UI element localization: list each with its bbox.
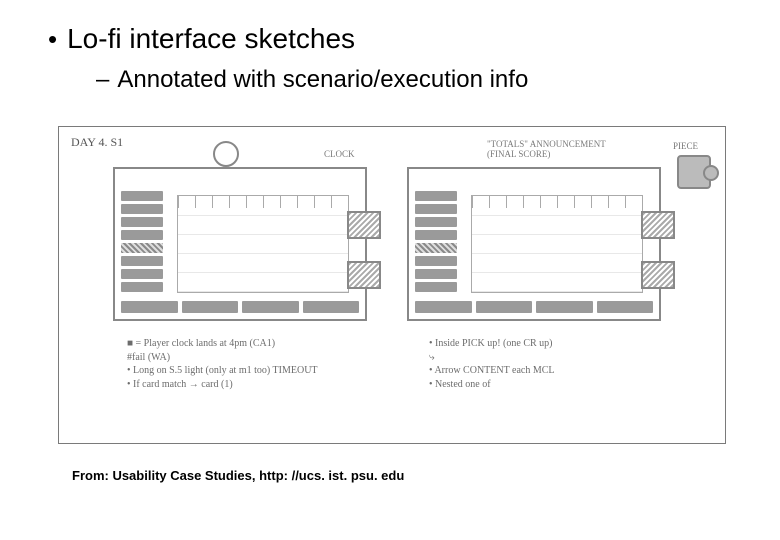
menu-labels-right xyxy=(415,191,457,295)
bullet-item: • Lo-fi interface sketches xyxy=(48,24,355,55)
grid-area-right xyxy=(471,195,643,293)
day-label: DAY 4. S1 xyxy=(71,135,123,150)
sketch-panel-right xyxy=(407,167,661,321)
photo-icon xyxy=(641,261,675,289)
bullet-text: Lo-fi interface sketches xyxy=(67,24,355,55)
sketch-figure: DAY 4. S1 CLOCK "TOTALS" ANNOUNCEMENT (F… xyxy=(58,126,726,444)
sub-bullet-text: Annotated with scenario/execution info xyxy=(117,67,528,93)
sub-bullet-item: – Annotated with scenario/execution info xyxy=(96,66,528,94)
photo-icon xyxy=(347,211,381,239)
annotation-totals: "TOTALS" ANNOUNCEMENT (FINAL SCORE) xyxy=(487,139,606,159)
grid-area-left xyxy=(177,195,349,293)
credit-line: From: Usability Case Studies, http: //uc… xyxy=(72,468,404,483)
dash-icon: – xyxy=(96,66,109,94)
handwritten-notes-right: • Inside PICK up! (one CR up) ⤷ • Arrow … xyxy=(429,337,699,391)
annotation-clock: CLOCK xyxy=(324,149,355,159)
handwritten-notes-left: ■ = Player clock lands at 4pm (CA1) #fai… xyxy=(127,337,407,391)
menu-labels-left xyxy=(121,191,163,295)
bottom-segments xyxy=(415,301,653,313)
slide: • Lo-fi interface sketches – Annotated w… xyxy=(0,0,780,540)
bullet-dot-icon: • xyxy=(48,26,57,52)
annotation-piece: PIECE xyxy=(673,141,698,151)
photo-icon xyxy=(347,261,381,289)
photo-icon xyxy=(641,211,675,239)
clock-icon xyxy=(213,141,239,167)
puzzle-piece-icon xyxy=(677,155,711,189)
bottom-segments xyxy=(121,301,359,313)
sketch-panel-left xyxy=(113,167,367,321)
